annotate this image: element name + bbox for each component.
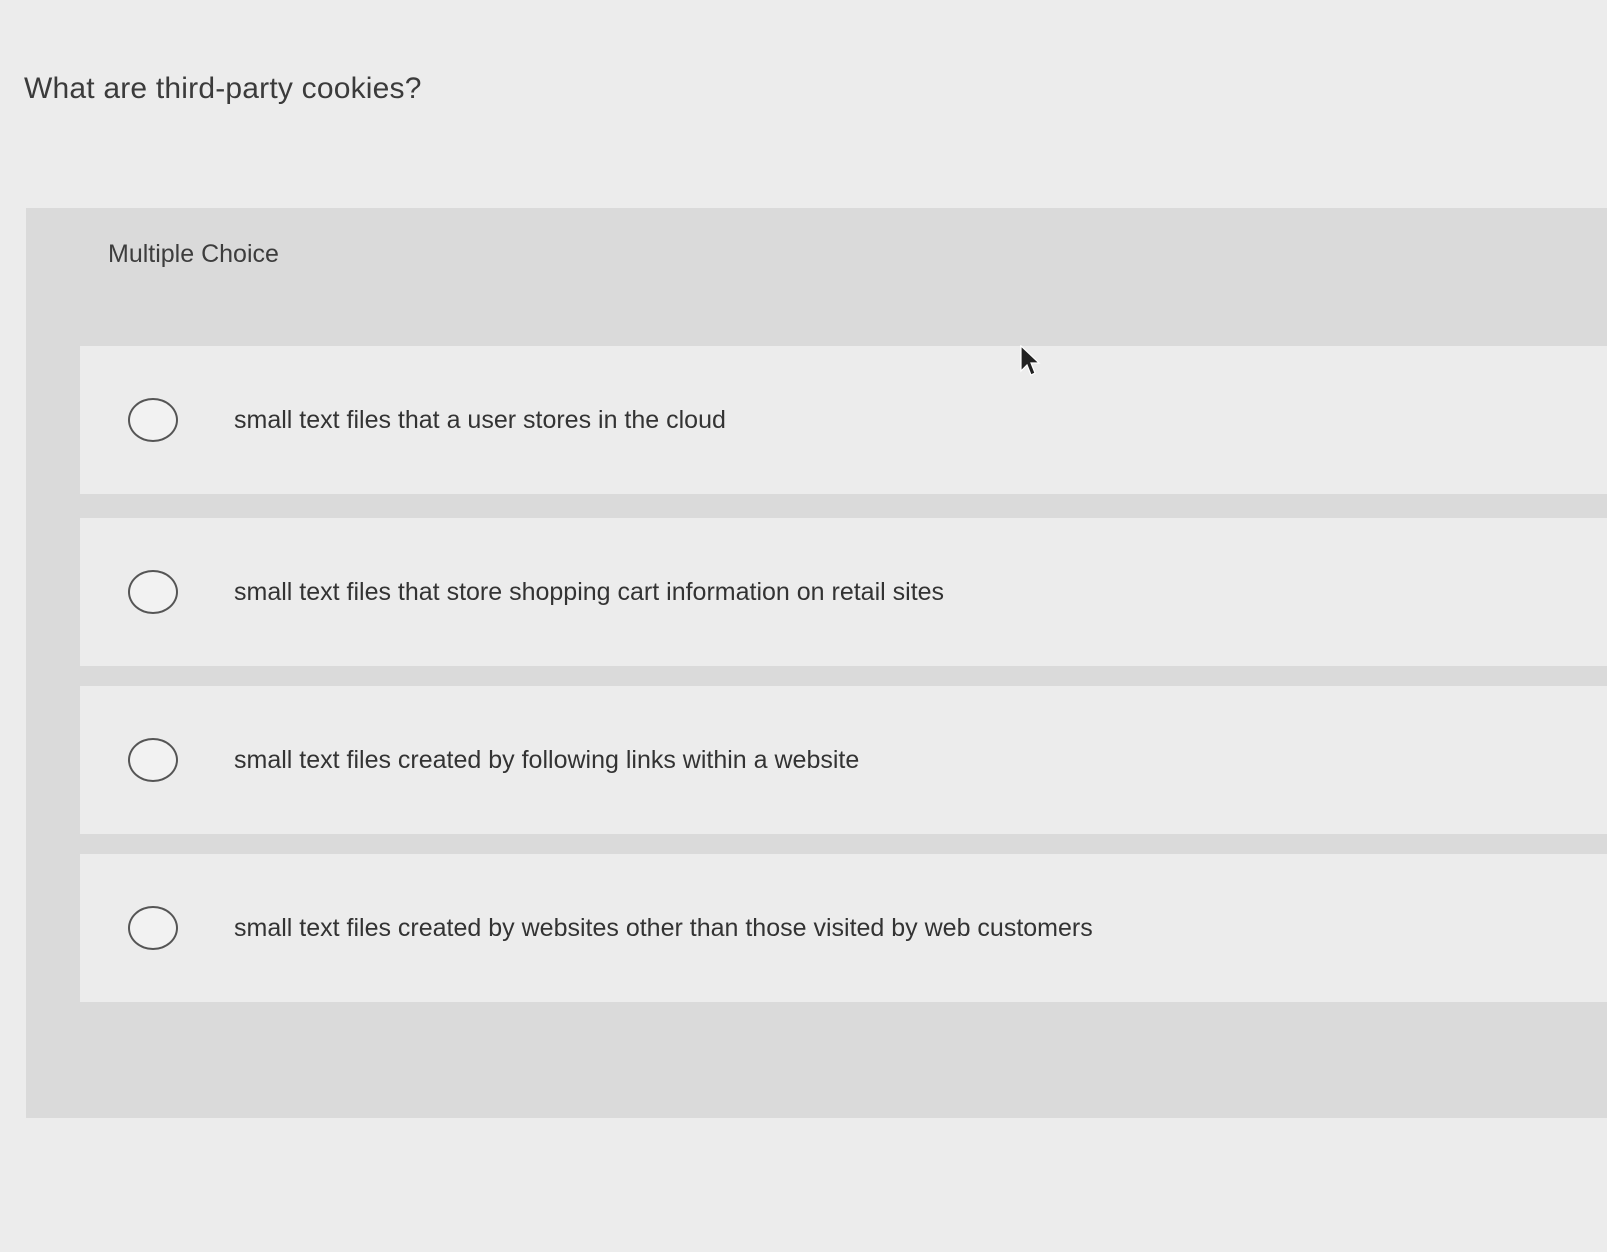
radio-unselected-icon[interactable]	[128, 570, 178, 614]
answer-option-2[interactable]: small text files that store shopping car…	[80, 518, 1607, 666]
multiple-choice-panel: Multiple Choice small text files that a …	[26, 208, 1607, 1118]
answer-option-1[interactable]: small text files that a user stores in t…	[80, 346, 1607, 494]
answer-option-label: small text files created by following li…	[234, 745, 860, 774]
radio-unselected-icon[interactable]	[128, 398, 178, 442]
answer-option-4[interactable]: small text files created by websites oth…	[80, 854, 1607, 1002]
radio-unselected-icon[interactable]	[128, 738, 178, 782]
radio-unselected-icon[interactable]	[128, 906, 178, 950]
question-type-label: Multiple Choice	[108, 240, 279, 268]
mouse-pointer-icon	[1020, 345, 1041, 376]
question-title: What are third-party cookies?	[24, 72, 422, 105]
answer-option-label: small text files that a user stores in t…	[234, 405, 726, 434]
answer-option-label: small text files that store shopping car…	[234, 577, 945, 606]
answer-option-label: small text files created by websites oth…	[234, 913, 1093, 942]
answer-option-3[interactable]: small text files created by following li…	[80, 686, 1607, 834]
